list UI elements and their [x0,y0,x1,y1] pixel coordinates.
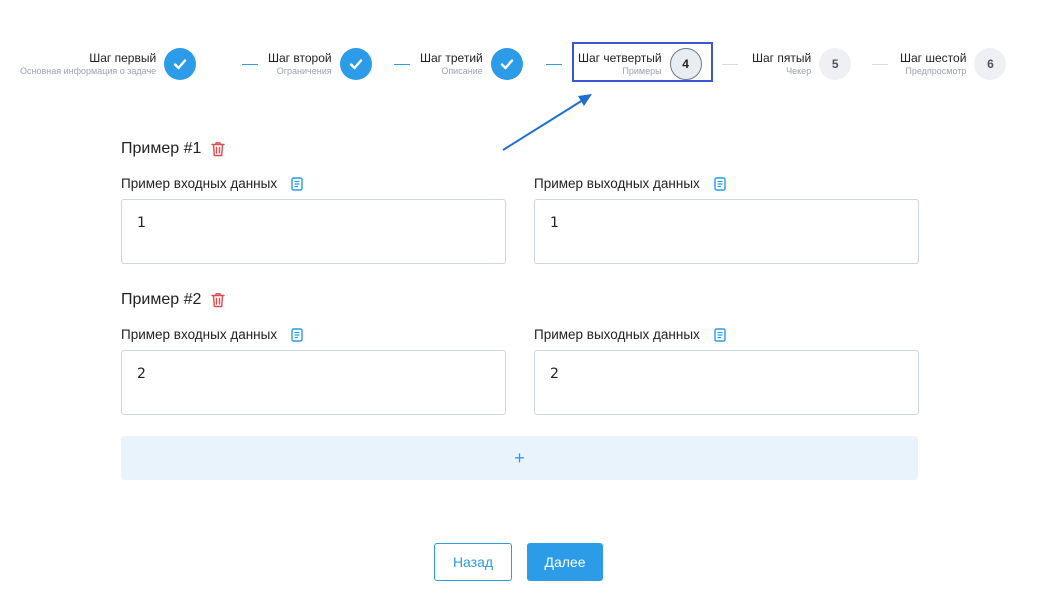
copy-icon [291,327,303,342]
input-label-text: Пример входных данных [121,327,278,342]
step-subtitle: Чекер [786,66,812,76]
delete-example-button[interactable] [211,141,226,157]
example-title: Пример #1 [121,140,202,157]
step-number-badge: 5 [819,48,852,80]
step-connector [546,64,562,65]
step-subtitle: Предпросмотр [905,66,967,76]
add-example-button[interactable]: + [121,436,918,480]
copy-icon [714,176,726,191]
delete-example-button[interactable] [211,292,226,308]
step-title: Шаг пятый [752,51,812,65]
step-3[interactable]: Шаг третий Описание [420,44,523,84]
output-label-text: Пример выходных данных [534,176,700,191]
check-icon [173,59,187,70]
copy-icon [291,176,303,191]
step-connector [242,64,258,65]
step-connector [872,64,888,65]
step-1[interactable]: Шаг первый Основная информация о задаче [20,44,197,84]
check-icon [500,59,513,70]
back-button[interactable]: Назад [434,543,512,581]
example-output-field[interactable]: 2 [534,350,919,415]
step-connector [394,64,410,65]
plus-icon: + [514,447,525,468]
next-button[interactable]: Далее [527,543,603,581]
copy-output-button[interactable] [714,176,726,191]
example-output-field[interactable]: 1 [534,199,919,264]
output-label-text: Пример выходных данных [534,327,700,342]
copy-icon [714,327,726,342]
input-label-text: Пример входных данных [121,176,278,191]
example-1-header: Пример #1 [121,140,226,158]
input-label: Пример входных данных [121,176,303,191]
example-title: Пример #2 [121,291,202,308]
step-done-badge [490,48,523,80]
step-connector [722,64,738,65]
step-subtitle: Описание [441,66,483,76]
step-title: Шаг третий [420,51,483,65]
step-title: Шаг второй [268,51,332,65]
step-subtitle: Основная информация о задаче [20,66,157,76]
step-2[interactable]: Шаг второй Ограничения [268,44,372,84]
input-label: Пример входных данных [121,327,303,342]
step-done-badge [164,48,197,80]
copy-output-button[interactable] [714,327,726,342]
step-title: Шаг шестой [900,51,967,65]
step-title: Шаг первый [89,51,157,65]
current-step-highlight [572,42,713,82]
step-number-badge: 6 [974,48,1007,80]
step-6[interactable]: Шаг шестой Предпросмотр 6 [900,44,1007,84]
step-5[interactable]: Шаг пятый Чекер 5 [752,44,852,84]
step-done-badge [339,48,372,80]
output-label: Пример выходных данных [534,176,726,191]
copy-input-button[interactable] [291,176,303,191]
example-input-field[interactable]: 2 [121,350,506,415]
step-subtitle: Ограничения [276,66,332,76]
output-label: Пример выходных данных [534,327,726,342]
stepper: Шаг первый Основная информация о задаче … [0,0,1046,100]
example-2-header: Пример #2 [121,291,226,309]
trash-icon [211,142,226,157]
check-icon [349,59,362,70]
example-input-field[interactable]: 1 [121,199,506,264]
copy-input-button[interactable] [291,327,303,342]
trash-icon [211,293,226,308]
